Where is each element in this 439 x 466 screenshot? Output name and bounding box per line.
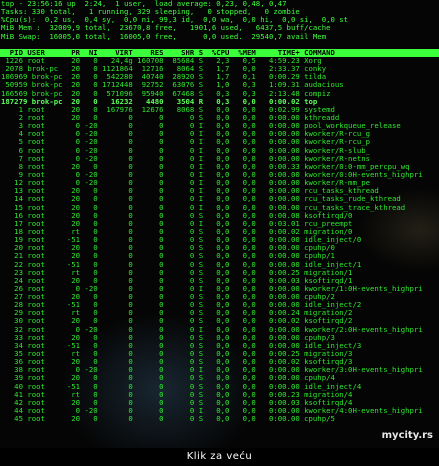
terminal-window[interactable]: top - 23:56:16 up 2:24, 1 user, load ave… <box>0 0 439 448</box>
process-list[interactable]: 1226 root 20 0 24,4g 160708 85684 S 2,3 … <box>0 56 439 424</box>
enlarge-caption-link[interactable]: Klik za veću <box>0 448 439 466</box>
screenshot-frame: top - 23:56:16 up 2:24, 1 user, load ave… <box>0 0 439 466</box>
process-row: 45 root 20 0 0 0 0 S 0,0 0,0 0:00.00 cpu… <box>1 414 335 424</box>
top-swap-line: MiB Swap: 16005,0 total, 16005,0 free, 0… <box>1 31 327 41</box>
site-watermark: mycity.rs <box>381 430 433 441</box>
